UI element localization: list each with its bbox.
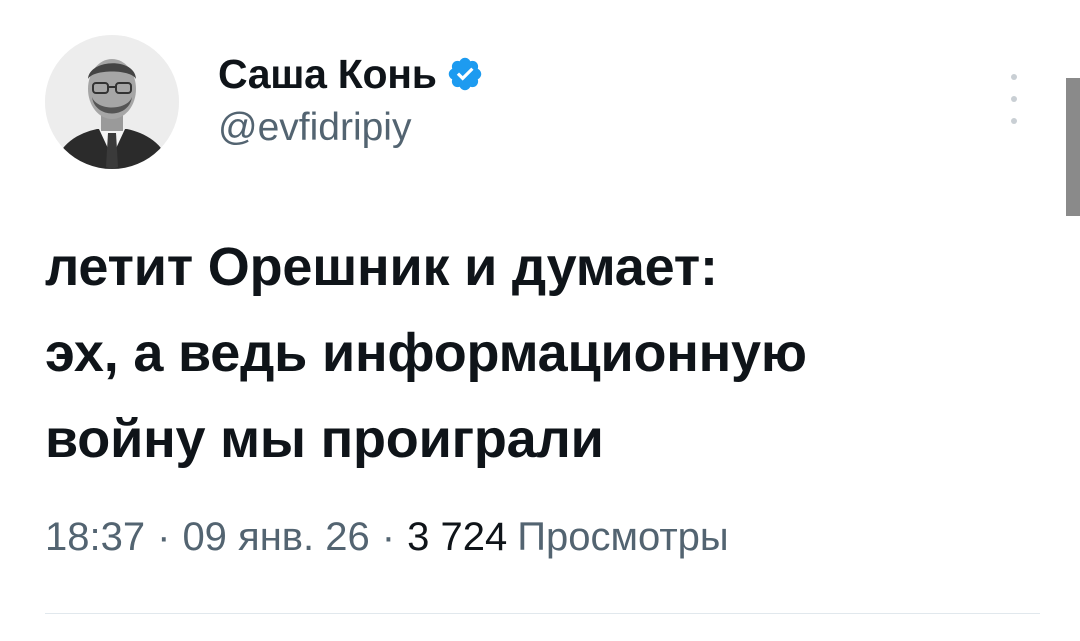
tweet-time[interactable]: 18:37 (45, 515, 145, 560)
views-count: 3 724 (407, 515, 508, 559)
avatar[interactable] (45, 35, 179, 169)
tweet-text-line: летит Орешник и думает: (45, 237, 718, 297)
author-name-row[interactable]: Саша Конь (218, 48, 484, 100)
tweet-text-line: эх, а ведь информационную (45, 323, 807, 383)
more-dot (1011, 74, 1017, 80)
meta-separator: · (157, 515, 171, 559)
author-display-name[interactable]: Саша Конь (218, 51, 437, 98)
verified-badge-icon (446, 55, 484, 93)
tweet-date[interactable]: 09 янв. 26 (182, 515, 369, 560)
tweet-text-line: войну мы проиграли (45, 409, 604, 469)
scrollbar[interactable] (1066, 78, 1080, 216)
tweet-meta: 18:37 · 09 янв. 26 · 3 724 Просмотры (45, 515, 729, 560)
more-vertical-icon[interactable] (1003, 74, 1025, 124)
more-dot (1011, 96, 1017, 102)
tweet-card: Саша Конь @evfidripiy летит Орешник и ду… (0, 0, 1080, 641)
meta-separator: · (381, 515, 396, 559)
avatar-photo (45, 35, 179, 169)
views-label: Просмотры (517, 515, 729, 559)
author-handle[interactable]: @evfidripiy (218, 106, 411, 150)
more-dot (1011, 118, 1017, 124)
tweet-text: летит Орешник и думает: эх, а ведь инфор… (45, 224, 1035, 482)
divider (45, 613, 1040, 614)
